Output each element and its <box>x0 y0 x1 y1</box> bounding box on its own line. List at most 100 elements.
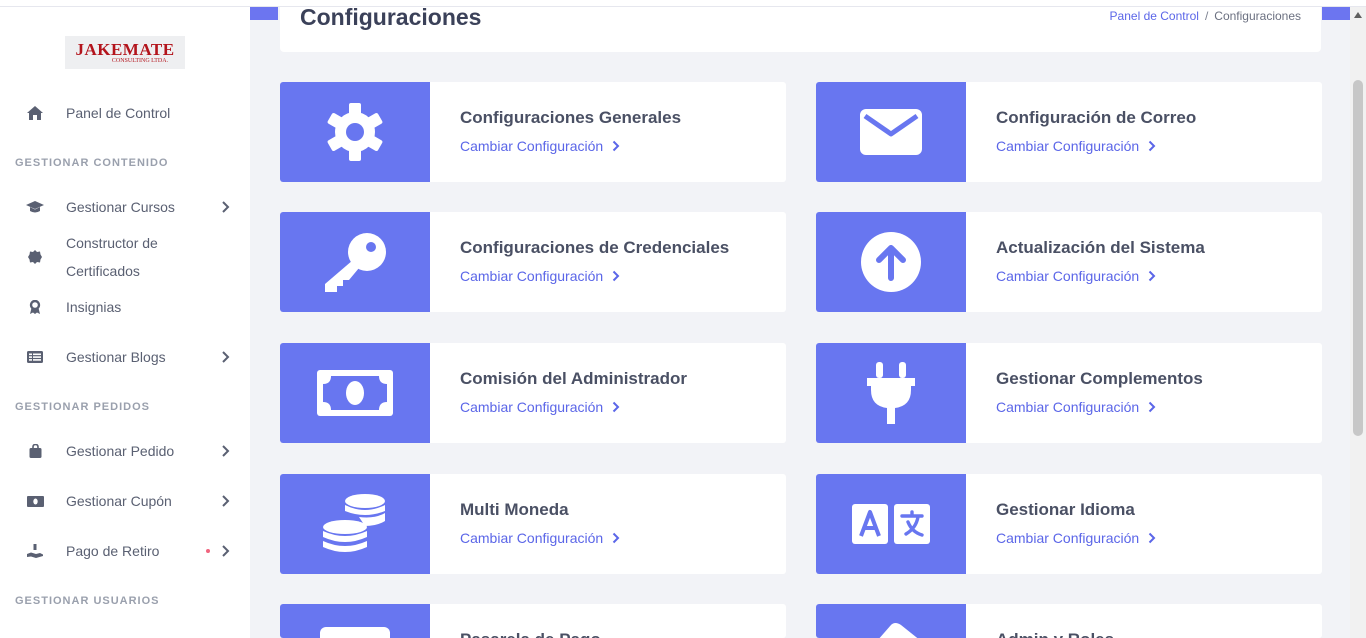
change-settings-link[interactable]: Cambiar Configuración <box>460 530 620 546</box>
chevron-right-icon <box>1148 140 1156 152</box>
notification-dot <box>206 549 210 553</box>
key-icon <box>325 233 386 292</box>
certificate-icon <box>26 248 44 266</box>
sidebar-item-insignias[interactable]: Insignias <box>0 293 250 321</box>
language-icon <box>852 504 930 544</box>
chevron-right-icon <box>1148 401 1156 413</box>
logo[interactable]: JAKEMATE CONSULTING LTDA. <box>65 36 185 69</box>
card-icon-block <box>280 82 430 182</box>
card-title: Multi Moneda <box>460 500 569 519</box>
envelope-icon <box>860 109 922 155</box>
accent-bar-left <box>250 6 278 20</box>
link-label: Cambiar Configuración <box>996 268 1140 284</box>
sidebar-item-label: Pago de Retiro <box>66 543 160 559</box>
change-settings-link[interactable]: Cambiar Configuración <box>996 399 1156 415</box>
chevron-right-icon <box>612 140 620 152</box>
change-settings-link[interactable]: Cambiar Configuración <box>460 268 620 284</box>
sidebar-item-pago-de-retiro[interactable]: Pago de Retiro <box>0 537 250 565</box>
breadcrumb-separator: / <box>1204 9 1209 23</box>
section-title-contenido: GESTIONAR CONTENIDO <box>15 157 169 169</box>
section-title-usuarios: GESTIONAR USUARIOS <box>15 595 160 607</box>
sidebar-item-label: Gestionar Cupón <box>66 493 172 509</box>
page-title: Configuraciones <box>300 4 482 30</box>
sidebar-item-label: Panel de Control <box>66 105 171 121</box>
logo-sub-text: CONSULTING LTDA. <box>111 57 169 64</box>
card-icon-block <box>816 82 966 182</box>
sidebar-item-gestionar-pedido[interactable]: Gestionar Pedido <box>0 437 250 465</box>
link-label: Cambiar Configuración <box>460 399 604 415</box>
settings-card-payment-gateway[interactable]: Pasarela de Pago <box>280 604 786 638</box>
change-settings-link[interactable]: Cambiar Configuración <box>996 268 1156 284</box>
sidebar-item-panel-de-control[interactable]: Panel de Control <box>0 99 250 127</box>
sidebar-item-label: Gestionar Pedido <box>66 443 175 459</box>
hand-holding-dollar-icon <box>26 542 44 560</box>
coins-icon <box>323 494 385 552</box>
settings-card-credentials[interactable]: Configuraciones de Credenciales Cambiar … <box>280 212 786 312</box>
chevron-right-icon <box>222 445 230 457</box>
money-bill-icon <box>26 492 44 510</box>
link-label: Cambiar Configuración <box>460 138 604 154</box>
play-icon <box>879 623 918 638</box>
breadcrumb-current: Configuraciones <box>1214 9 1301 23</box>
list-icon <box>26 348 44 366</box>
card-icon-block <box>816 343 966 443</box>
card-icon-block <box>280 474 430 574</box>
settings-card-admin-commission[interactable]: Comisión del Administrador Cambiar Confi… <box>280 343 786 443</box>
chevron-right-icon <box>222 351 230 363</box>
card-title: Comisión del Administrador <box>460 369 688 388</box>
card-icon-block <box>280 604 430 638</box>
settings-card-admin-roles[interactable]: Admin y Roles <box>816 604 1322 638</box>
scrollbar-thumb[interactable] <box>1353 80 1363 436</box>
card-title: Gestionar Idioma <box>996 500 1135 519</box>
settings-card-system-update[interactable]: Actualización del Sistema Cambiar Config… <box>816 212 1322 312</box>
card-icon-block <box>816 474 966 574</box>
card-title: Configuraciones Generales <box>460 108 682 127</box>
sidebar-item-gestionar-cupon[interactable]: Gestionar Cupón <box>0 487 250 515</box>
sidebar-item-gestionar-blogs[interactable]: Gestionar Blogs <box>0 343 250 371</box>
chevron-right-icon <box>222 495 230 507</box>
logo-main-text: JAKEMATE <box>75 39 175 59</box>
card-title: Actualización del Sistema <box>996 238 1205 257</box>
change-settings-link[interactable]: Cambiar Configuración <box>460 138 620 154</box>
chevron-right-icon <box>612 532 620 544</box>
settings-card-email[interactable]: Configuración de Correo Cambiar Configur… <box>816 82 1322 182</box>
card-title: Configuración de Correo <box>996 108 1197 127</box>
link-label: Cambiar Configuración <box>996 399 1140 415</box>
card-title: Admin y Roles <box>996 630 1114 638</box>
chevron-right-icon <box>612 401 620 413</box>
award-icon <box>26 298 44 316</box>
card-icon-block <box>816 212 966 312</box>
link-label: Cambiar Configuración <box>996 138 1140 154</box>
card-title: Pasarela de Pago <box>460 630 601 638</box>
change-settings-link[interactable]: Cambiar Configuración <box>996 530 1156 546</box>
settings-card-language[interactable]: Gestionar Idioma Cambiar Configuración <box>816 474 1322 574</box>
breadcrumb: Panel de Control / Configuraciones <box>1110 9 1301 23</box>
chevron-right-icon <box>222 545 230 557</box>
chevron-right-icon <box>1148 270 1156 282</box>
section-title-pedidos: GESTIONAR PEDIDOS <box>15 401 150 413</box>
sidebar-item-constructor-certificados[interactable]: Constructor de Certificados <box>0 229 250 285</box>
settings-card-general[interactable]: Configuraciones Generales Cambiar Config… <box>280 82 786 182</box>
chevron-right-icon <box>222 201 230 213</box>
page-header: Configuraciones Panel de Control / Configu… <box>280 0 1321 52</box>
change-settings-link[interactable]: Cambiar Configuración <box>460 399 620 415</box>
accent-bar-right <box>1322 6 1350 20</box>
scroll-up-arrow-icon[interactable] <box>1350 8 1366 22</box>
plug-icon <box>867 362 915 424</box>
sidebar: JAKEMATE CONSULTING LTDA. Panel de Contr… <box>0 0 250 638</box>
credit-card-icon <box>320 627 390 638</box>
settings-card-plugins[interactable]: Gestionar Complementos Cambiar Configura… <box>816 343 1322 443</box>
link-label: Cambiar Configuración <box>460 530 604 546</box>
change-settings-link[interactable]: Cambiar Configuración <box>996 138 1156 154</box>
link-label: Cambiar Configuración <box>996 530 1140 546</box>
sidebar-item-label: Gestionar Blogs <box>66 349 166 365</box>
shopping-bag-icon <box>26 442 44 460</box>
breadcrumb-home-link[interactable]: Panel de Control <box>1110 9 1199 23</box>
chevron-right-icon <box>1148 532 1156 544</box>
card-icon-block <box>280 212 430 312</box>
sidebar-item-label-line1: Constructor de <box>66 235 158 251</box>
sidebar-item-label: Gestionar Cursos <box>66 199 175 215</box>
card-icon-block <box>280 343 430 443</box>
sidebar-item-gestionar-cursos[interactable]: Gestionar Cursos <box>0 193 250 221</box>
settings-card-multi-currency[interactable]: Multi Moneda Cambiar Configuración <box>280 474 786 574</box>
